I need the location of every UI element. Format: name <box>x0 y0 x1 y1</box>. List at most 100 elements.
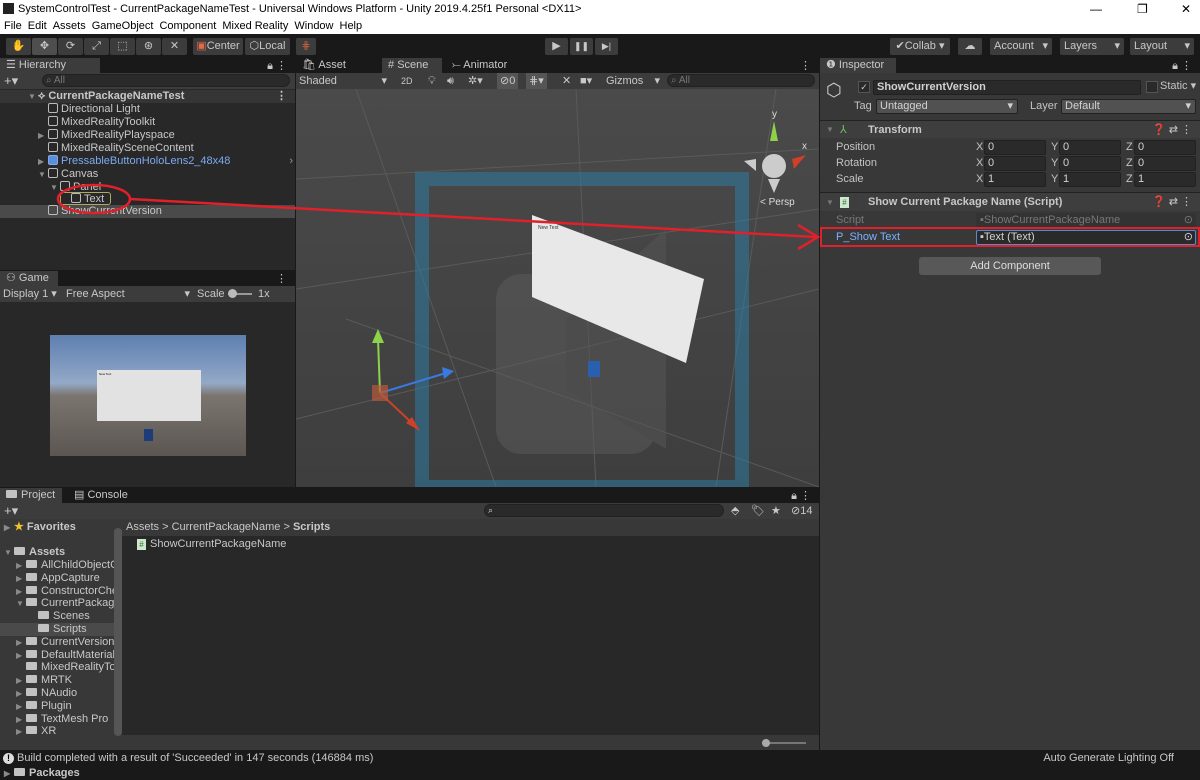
tab-animator[interactable]: ⤚ Animator <box>446 58 526 73</box>
file-item[interactable]: # ShowCurrentPackageName <box>137 538 286 551</box>
step-button[interactable]: ▶| <box>595 38 618 55</box>
lighting-icon[interactable]: 💡︎ <box>428 73 436 89</box>
rotation-x[interactable]: 0 <box>984 156 1046 171</box>
menu-mixed-reality[interactable]: Mixed Reality <box>222 20 288 32</box>
tab-project[interactable]: Project <box>0 488 62 503</box>
hierarchy-item-text[interactable]: Text <box>60 192 112 205</box>
folder-item[interactable]: Scenes <box>28 610 90 623</box>
folder-item[interactable]: Scripts <box>0 623 114 636</box>
expand-arrow-icon[interactable]: ▶ <box>16 674 26 687</box>
persp-label[interactable]: < Persp <box>760 197 795 208</box>
hierarchy-item[interactable]: MixedRealitySceneContent <box>48 142 194 155</box>
shading-dropdown[interactable]: Shaded ▾ <box>299 73 387 89</box>
static-dropdown[interactable]: Static ▾ <box>1160 79 1196 94</box>
expand-arrow-icon[interactable]: ▼ <box>16 597 26 610</box>
component-menu-icons[interactable]: ❓ ⇄ ⋮ <box>1152 193 1192 212</box>
project-search-input[interactable]: ⌕ <box>484 504 724 517</box>
breadcrumb-scripts[interactable]: Scripts <box>293 521 330 533</box>
collab-button[interactable]: ✔Collab ▾ <box>890 38 950 55</box>
hierarchy-item-prefab[interactable]: ▶ PressableButtonHoloLens2_48x48 › <box>38 155 293 168</box>
menu-help[interactable]: Help <box>340 20 363 32</box>
menu-file[interactable]: File <box>4 20 22 32</box>
filter-type-icon[interactable]: ⬘ <box>731 503 739 519</box>
assets-item[interactable]: ▼ Assets <box>4 546 65 559</box>
icon-size-slider[interactable] <box>762 739 806 747</box>
expand-arrow-icon[interactable]: ▶ <box>16 572 26 585</box>
position-x[interactable]: 0 <box>984 140 1046 155</box>
folder-item[interactable]: ▶ ConstructorChe <box>16 585 118 598</box>
folder-item[interactable]: ▶ NAudio <box>16 687 77 700</box>
layout-dropdown[interactable]: Layout ▾ <box>1130 38 1194 55</box>
effects-icon[interactable]: ✲▾ <box>468 73 483 89</box>
hidden-objects-toggle[interactable]: ⊘0 <box>497 73 519 89</box>
menu-gameobject[interactable]: GameObject <box>92 20 154 32</box>
packages-item[interactable]: ▶ Packages <box>4 767 80 780</box>
pause-button[interactable]: ❚❚ <box>570 38 593 55</box>
add-component-button[interactable]: Add Component <box>919 257 1101 275</box>
hierarchy-item[interactable]: ▶ MixedRealityPlayspace <box>38 129 175 142</box>
lock-icon[interactable]: 🔒︎ ⋮ <box>1172 59 1192 73</box>
transform-tool-icon[interactable]: ⊛ <box>136 38 161 55</box>
audio-icon[interactable]: 🔊︎ <box>447 73 454 89</box>
scale-y[interactable]: 1 <box>1059 172 1121 187</box>
transform-header[interactable]: ▼ ⅄ Transform ❓ ⇄ ⋮ <box>820 120 1200 138</box>
camera-icon[interactable]: ■▾ <box>580 73 592 89</box>
maximize-button[interactable]: ❐ <box>1137 0 1148 18</box>
favorites-item[interactable]: ▶ ★ Favorites <box>4 521 76 534</box>
create-button[interactable]: +▾ <box>4 73 18 89</box>
tab-hierarchy[interactable]: ☰ Hierarchy <box>0 58 100 73</box>
tab-scene[interactable]: # Scene <box>382 58 442 73</box>
custom-tool-icon[interactable]: ✕ <box>162 38 187 55</box>
folder-item[interactable]: ▶ CurrentVersion <box>16 636 114 649</box>
object-name-input[interactable]: ShowCurrentVersion <box>873 80 1141 95</box>
rect-tool-icon[interactable]: ⬚ <box>110 38 135 55</box>
close-button[interactable]: ✕ <box>1181 0 1191 18</box>
expand-arrow-icon[interactable]: ▶ <box>16 713 26 726</box>
static-checkbox[interactable] <box>1146 81 1158 93</box>
scene-search-input[interactable]: ⌕ All <box>667 74 815 87</box>
tab-game[interactable]: ⚇ Game <box>0 271 58 286</box>
expand-arrow-icon[interactable]: ▶ <box>16 725 26 738</box>
display-dropdown[interactable]: Display 1 ▾ <box>3 286 57 302</box>
2d-toggle[interactable]: 2D <box>401 73 413 89</box>
hierarchy-item[interactable]: ▼ Canvas <box>38 168 98 181</box>
lighting-status[interactable]: Auto Generate Lighting Off <box>1043 751 1174 766</box>
position-y[interactable]: 0 <box>1059 140 1121 155</box>
tab-asset-store[interactable]: 🛍︎ Asset Store <box>296 58 372 86</box>
component-menu-icons[interactable]: ❓ ⇄ ⋮ <box>1152 121 1192 139</box>
favorite-star-icon[interactable]: ★ <box>771 503 781 519</box>
scene-header[interactable]: ▼ ⟡ CurrentPackageNameTest ⋮ <box>0 90 295 103</box>
folder-item[interactable]: ▼ CurrentPackage <box>16 597 121 610</box>
grid-icon[interactable]: ⋕▾ <box>526 73 547 89</box>
pivot-local-button[interactable]: ⬡Local <box>245 38 290 55</box>
rotation-y[interactable]: 0 <box>1059 156 1121 171</box>
rotate-tool-icon[interactable]: ⟳ <box>58 38 83 55</box>
folder-item[interactable]: ▶ TextMesh Pro <box>16 713 108 726</box>
scale-slider[interactable] <box>228 289 252 298</box>
script-component-header[interactable]: ▼ # Show Current Package Name (Script) ❓ … <box>820 192 1200 211</box>
expand-arrow-icon[interactable]: ▶ <box>16 700 26 713</box>
folder-item[interactable]: ▶ AppCapture <box>16 572 100 585</box>
scene-viewport[interactable]: New Text y x < Persp <box>296 89 819 487</box>
expand-arrow-icon[interactable]: ▶ <box>16 687 26 700</box>
menu-assets[interactable]: Assets <box>53 20 86 32</box>
folder-item[interactable]: ▶ Plugin <box>16 700 72 713</box>
folder-item[interactable]: ▶ MRTK <box>16 674 72 687</box>
expand-arrow-icon[interactable]: ▶ <box>16 559 26 572</box>
hierarchy-item[interactable]: MixedRealityToolkit <box>48 116 155 129</box>
tools-icon[interactable]: ✕ <box>562 73 571 89</box>
account-dropdown[interactable]: Account ▾ <box>990 38 1052 55</box>
tag-dropdown[interactable]: Untagged ▾ <box>876 99 1018 114</box>
hierarchy-item[interactable]: Directional Light <box>48 103 140 116</box>
lock-icon[interactable]: 🔒︎ ⋮ <box>267 59 287 73</box>
folder-item[interactable]: ▶ DefaultMaterial <box>16 649 115 662</box>
menu-edit[interactable]: Edit <box>28 20 47 32</box>
minimize-button[interactable]: — <box>1090 0 1102 18</box>
create-button[interactable]: +▾ <box>4 503 18 519</box>
aspect-dropdown[interactable]: Free Aspect ▾ <box>66 286 190 302</box>
status-message[interactable]: Build completed with a result of 'Succee… <box>17 751 373 766</box>
hidden-packages-toggle[interactable]: ⊘14 <box>791 503 812 519</box>
layers-dropdown[interactable]: Layers ▾ <box>1060 38 1124 55</box>
cloud-icon[interactable]: ☁ <box>958 38 982 55</box>
play-button[interactable]: ▶ <box>545 38 568 55</box>
